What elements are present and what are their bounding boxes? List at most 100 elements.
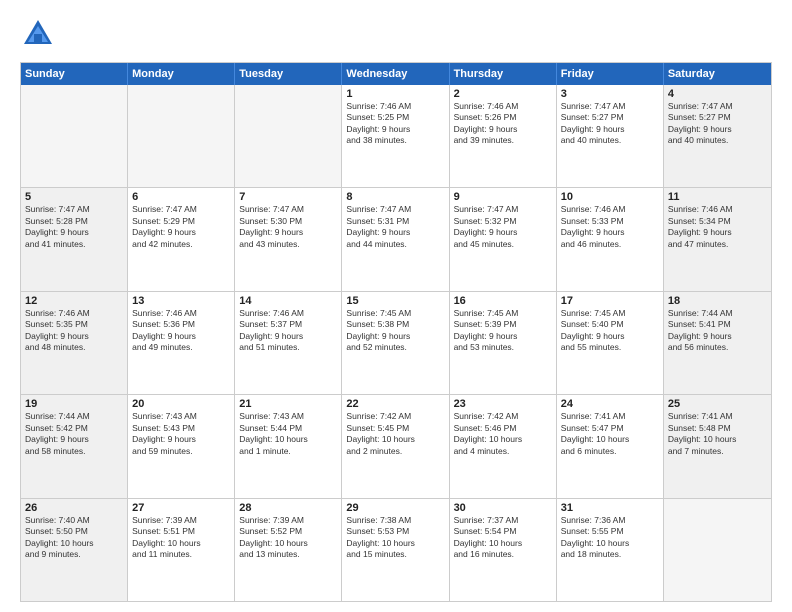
weekday-header: Friday [557,63,664,85]
day-number: 5 [25,191,123,203]
day-number: 27 [132,502,230,514]
cell-info: Sunrise: 7:39 AMSunset: 5:51 PMDaylight:… [132,515,230,561]
cell-info: Sunrise: 7:42 AMSunset: 5:45 PMDaylight:… [346,411,444,457]
cell-info: Sunrise: 7:40 AMSunset: 5:50 PMDaylight:… [25,515,123,561]
cell-info: Sunrise: 7:47 AMSunset: 5:31 PMDaylight:… [346,204,444,250]
day-number: 30 [454,502,552,514]
cell-info: Sunrise: 7:46 AMSunset: 5:26 PMDaylight:… [454,101,552,147]
cell-info: Sunrise: 7:36 AMSunset: 5:55 PMDaylight:… [561,515,659,561]
calendar-header: SundayMondayTuesdayWednesdayThursdayFrid… [21,63,771,85]
calendar-cell: 1Sunrise: 7:46 AMSunset: 5:25 PMDaylight… [342,85,449,187]
day-number: 19 [25,398,123,410]
cell-info: Sunrise: 7:39 AMSunset: 5:52 PMDaylight:… [239,515,337,561]
day-number: 24 [561,398,659,410]
cell-info: Sunrise: 7:46 AMSunset: 5:36 PMDaylight:… [132,308,230,354]
calendar-cell: 25Sunrise: 7:41 AMSunset: 5:48 PMDayligh… [664,395,771,497]
day-number: 12 [25,295,123,307]
cell-info: Sunrise: 7:46 AMSunset: 5:35 PMDaylight:… [25,308,123,354]
calendar-cell: 17Sunrise: 7:45 AMSunset: 5:40 PMDayligh… [557,292,664,394]
weekday-header: Tuesday [235,63,342,85]
calendar-cell: 21Sunrise: 7:43 AMSunset: 5:44 PMDayligh… [235,395,342,497]
day-number: 25 [668,398,767,410]
header [20,16,772,52]
calendar-cell [128,85,235,187]
calendar: SundayMondayTuesdayWednesdayThursdayFrid… [20,62,772,602]
day-number: 11 [668,191,767,203]
day-number: 20 [132,398,230,410]
weekday-header: Saturday [664,63,771,85]
weekday-header: Monday [128,63,235,85]
calendar-cell: 26Sunrise: 7:40 AMSunset: 5:50 PMDayligh… [21,499,128,601]
calendar-row: 26Sunrise: 7:40 AMSunset: 5:50 PMDayligh… [21,498,771,601]
calendar-cell: 13Sunrise: 7:46 AMSunset: 5:36 PMDayligh… [128,292,235,394]
calendar-cell: 16Sunrise: 7:45 AMSunset: 5:39 PMDayligh… [450,292,557,394]
cell-info: Sunrise: 7:46 AMSunset: 5:33 PMDaylight:… [561,204,659,250]
cell-info: Sunrise: 7:46 AMSunset: 5:25 PMDaylight:… [346,101,444,147]
page: SundayMondayTuesdayWednesdayThursdayFrid… [0,0,792,612]
day-number: 18 [668,295,767,307]
calendar-row: 1Sunrise: 7:46 AMSunset: 5:25 PMDaylight… [21,85,771,187]
calendar-cell: 3Sunrise: 7:47 AMSunset: 5:27 PMDaylight… [557,85,664,187]
day-number: 3 [561,88,659,100]
cell-info: Sunrise: 7:41 AMSunset: 5:47 PMDaylight:… [561,411,659,457]
calendar-cell: 23Sunrise: 7:42 AMSunset: 5:46 PMDayligh… [450,395,557,497]
calendar-cell: 8Sunrise: 7:47 AMSunset: 5:31 PMDaylight… [342,188,449,290]
calendar-cell: 6Sunrise: 7:47 AMSunset: 5:29 PMDaylight… [128,188,235,290]
calendar-cell: 12Sunrise: 7:46 AMSunset: 5:35 PMDayligh… [21,292,128,394]
cell-info: Sunrise: 7:44 AMSunset: 5:42 PMDaylight:… [25,411,123,457]
day-number: 14 [239,295,337,307]
calendar-cell: 9Sunrise: 7:47 AMSunset: 5:32 PMDaylight… [450,188,557,290]
cell-info: Sunrise: 7:47 AMSunset: 5:29 PMDaylight:… [132,204,230,250]
day-number: 10 [561,191,659,203]
calendar-cell [235,85,342,187]
calendar-cell: 2Sunrise: 7:46 AMSunset: 5:26 PMDaylight… [450,85,557,187]
calendar-cell [21,85,128,187]
cell-info: Sunrise: 7:44 AMSunset: 5:41 PMDaylight:… [668,308,767,354]
calendar-row: 12Sunrise: 7:46 AMSunset: 5:35 PMDayligh… [21,291,771,394]
calendar-cell: 31Sunrise: 7:36 AMSunset: 5:55 PMDayligh… [557,499,664,601]
calendar-cell: 27Sunrise: 7:39 AMSunset: 5:51 PMDayligh… [128,499,235,601]
day-number: 26 [25,502,123,514]
cell-info: Sunrise: 7:47 AMSunset: 5:27 PMDaylight:… [561,101,659,147]
cell-info: Sunrise: 7:46 AMSunset: 5:34 PMDaylight:… [668,204,767,250]
cell-info: Sunrise: 7:46 AMSunset: 5:37 PMDaylight:… [239,308,337,354]
weekday-header: Sunday [21,63,128,85]
calendar-cell: 30Sunrise: 7:37 AMSunset: 5:54 PMDayligh… [450,499,557,601]
day-number: 31 [561,502,659,514]
day-number: 6 [132,191,230,203]
calendar-cell: 28Sunrise: 7:39 AMSunset: 5:52 PMDayligh… [235,499,342,601]
cell-info: Sunrise: 7:45 AMSunset: 5:39 PMDaylight:… [454,308,552,354]
cell-info: Sunrise: 7:42 AMSunset: 5:46 PMDaylight:… [454,411,552,457]
cell-info: Sunrise: 7:47 AMSunset: 5:32 PMDaylight:… [454,204,552,250]
cell-info: Sunrise: 7:37 AMSunset: 5:54 PMDaylight:… [454,515,552,561]
day-number: 13 [132,295,230,307]
day-number: 8 [346,191,444,203]
calendar-row: 5Sunrise: 7:47 AMSunset: 5:28 PMDaylight… [21,187,771,290]
calendar-cell: 18Sunrise: 7:44 AMSunset: 5:41 PMDayligh… [664,292,771,394]
day-number: 4 [668,88,767,100]
calendar-cell: 24Sunrise: 7:41 AMSunset: 5:47 PMDayligh… [557,395,664,497]
cell-info: Sunrise: 7:38 AMSunset: 5:53 PMDaylight:… [346,515,444,561]
logo-icon [20,16,56,52]
calendar-cell: 7Sunrise: 7:47 AMSunset: 5:30 PMDaylight… [235,188,342,290]
logo [20,16,60,52]
calendar-cell: 14Sunrise: 7:46 AMSunset: 5:37 PMDayligh… [235,292,342,394]
day-number: 15 [346,295,444,307]
day-number: 16 [454,295,552,307]
calendar-cell: 10Sunrise: 7:46 AMSunset: 5:33 PMDayligh… [557,188,664,290]
day-number: 29 [346,502,444,514]
day-number: 7 [239,191,337,203]
calendar-cell: 29Sunrise: 7:38 AMSunset: 5:53 PMDayligh… [342,499,449,601]
day-number: 22 [346,398,444,410]
calendar-cell: 5Sunrise: 7:47 AMSunset: 5:28 PMDaylight… [21,188,128,290]
cell-info: Sunrise: 7:41 AMSunset: 5:48 PMDaylight:… [668,411,767,457]
calendar-row: 19Sunrise: 7:44 AMSunset: 5:42 PMDayligh… [21,394,771,497]
day-number: 21 [239,398,337,410]
weekday-header: Wednesday [342,63,449,85]
day-number: 28 [239,502,337,514]
cell-info: Sunrise: 7:45 AMSunset: 5:40 PMDaylight:… [561,308,659,354]
day-number: 23 [454,398,552,410]
weekday-header: Thursday [450,63,557,85]
day-number: 2 [454,88,552,100]
cell-info: Sunrise: 7:43 AMSunset: 5:43 PMDaylight:… [132,411,230,457]
